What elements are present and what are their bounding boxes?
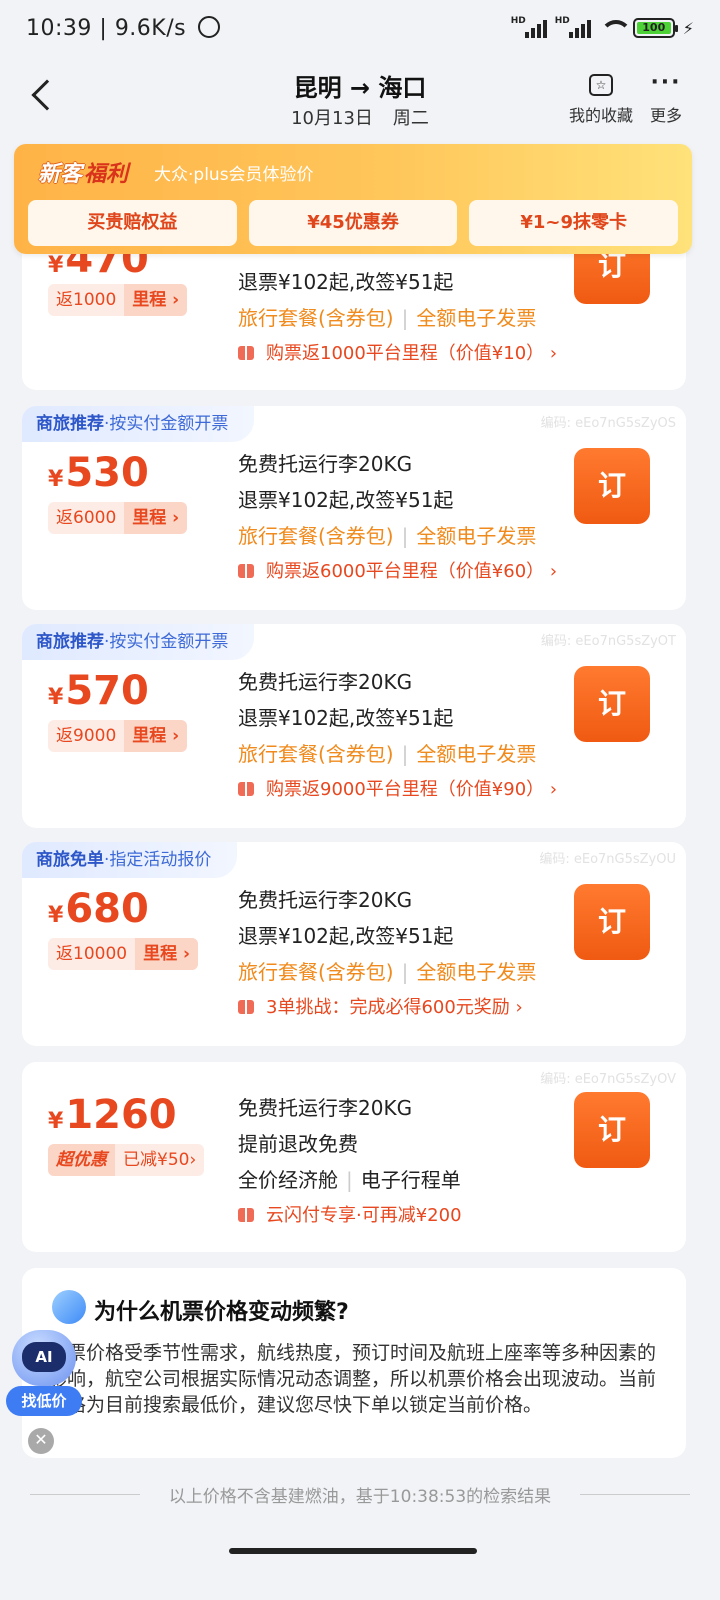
home-indicator[interactable] [229,1548,477,1554]
book-button[interactable]: 订 [574,666,650,742]
promo-line[interactable]: 云闪付专享·可再减¥200 [238,1198,462,1234]
fare-code: 编码: eEo7nG5sZyOU [539,852,676,867]
fare-price: ¥680 [48,886,149,932]
favorites-button[interactable]: ☆ 我的收藏 [566,70,636,126]
promo-line[interactable]: 购票返9000平台里程（价值¥90） › [238,772,557,808]
baggage-info: 免费托运行李20KG [238,888,413,912]
favorites-icon: ☆ [589,74,613,96]
fare-price: ¥530 [48,450,149,496]
more-button[interactable]: ··· 更多 [644,70,688,126]
cabin-info: 全价经济舱 | 电子行程单 [238,1168,461,1192]
promo-button-coupon[interactable]: ¥45优惠券 [248,200,458,246]
gift-icon [238,1000,254,1014]
gift-icon [238,346,254,360]
refund-rule: 提前退改免费 [238,1132,358,1156]
price-info-card: 为什么机票价格变动频繁? 机票价格受季节性需求，航线热度，预订时间及航班上座率等… [22,1268,686,1458]
gift-icon [238,564,254,578]
mileage-badge[interactable]: 返1000 里程 › [48,284,188,316]
fare-tag: 商旅推荐·按实付金额开票 [22,624,255,660]
more-icon: ··· [650,70,682,95]
book-button[interactable]: 订 [574,448,650,524]
footer-note: 以上价格不含基建燃油，基于10:38:53的检索结果 [30,1482,690,1507]
speaker-icon [52,1290,86,1324]
mileage-badge[interactable]: 返6000 里程 › [48,502,188,534]
promo-button-compensation[interactable]: 买贵赔权益 [28,200,237,246]
promo-title: 新客福利 [38,162,129,187]
fare-code: 编码: eEo7nG5sZyOS [540,416,676,431]
header: 昆明 → 海口 10月13日 周二 ☆ 我的收藏 ··· 更多 [0,62,720,138]
fare-tag: 商旅免单·指定活动报价 [22,842,238,878]
signal-icon: HD [555,16,591,38]
wifi-icon [599,18,632,38]
battery-icon: 100 [632,18,678,38]
book-button[interactable]: 订 [574,1092,650,1168]
promo-button-rounding-card[interactable]: ¥1~9抹零卡 [469,200,679,246]
close-icon[interactable]: ✕ [28,1428,54,1454]
book-button[interactable]: 订 [574,884,650,960]
charging-icon: ⚡ [682,18,694,38]
mileage-badge[interactable]: 返9000 里程 › [48,720,188,752]
promo-line[interactable]: 购票返1000平台里程（价值¥10） › [238,336,557,372]
promo-banner[interactable]: 新客福利 大众·plus会员体验价 买贵赔权益 ¥45优惠券 ¥1~9抹零卡 [14,144,692,254]
discount-badge[interactable]: 超优惠 已减¥50› [48,1144,205,1176]
promo-line[interactable]: 购票返6000平台里程（价值¥60） › [238,554,557,590]
gift-icon [238,782,254,796]
package-info: 旅行套餐(含券包) | 全额电子发票 [238,306,537,330]
status-time: 10:39 | 9.6K/s [26,16,220,41]
package-info: 旅行套餐(含券包) | 全额电子发票 [238,524,537,548]
baggage-info: 免费托运行李20KG [238,452,413,476]
signal-icon: HD [511,16,547,38]
package-info: 旅行套餐(含券包) | 全额电子发票 [238,742,537,766]
fare-code: 编码: eEo7nG5sZyOT [540,634,676,649]
status-bar: 10:39 | 9.6K/s HD HD 100 ⚡ [0,0,720,62]
package-info: 旅行套餐(含券包) | 全额电子发票 [238,960,537,984]
ai-label: 找低价 [6,1386,82,1416]
alarm-icon [197,16,220,38]
refund-rule: 退票¥102起,改签¥51起 [238,270,454,294]
baggage-info: 免费托运行李20KG [238,670,413,694]
refund-rule: 退票¥102起,改签¥51起 [238,706,454,730]
refund-rule: 退票¥102起,改签¥51起 [238,924,454,948]
fare-code: 编码: eEo7nG5sZyOV [540,1072,676,1087]
fare-card[interactable]: 编码: eEo7nG5sZyOV ¥1260 超优惠 已减¥50› 免费托运行李2… [22,1062,686,1252]
fare-card[interactable]: 商旅推荐·按实付金额开票 编码: eEo7nG5sZyOS ¥530 返6000… [22,406,686,610]
baggage-info: 免费托运行李20KG [238,1096,413,1120]
fare-card[interactable]: 商旅推荐·按实付金额开票 编码: eEo7nG5sZyOT ¥570 返9000… [22,624,686,828]
promo-line[interactable]: 3单挑战：完成必得600元奖励 › [238,990,536,1026]
promo-subtitle: 大众·plus会员体验价 [154,165,314,185]
ai-face: AI [22,1342,66,1372]
mileage-badge[interactable]: 返10000 里程 › [48,938,199,970]
fare-price: ¥570 [48,668,149,714]
info-body: 机票价格受季节性需求，航线热度，预订时间及航班上座率等多种因素的影响，航空公司根… [48,1342,657,1416]
fare-card[interactable]: 商旅免单·指定活动报价 编码: eEo7nG5sZyOU ¥680 返10000… [22,842,686,1046]
refund-rule: 退票¥102起,改签¥51起 [238,488,454,512]
fare-tag: 商旅推荐·按实付金额开票 [22,406,255,442]
gift-icon [238,1208,254,1222]
ai-assistant-button[interactable]: AI 找低价 [4,1330,84,1426]
info-heading: 为什么机票价格变动频繁? [94,1300,349,1325]
fare-price: ¥1260 [48,1092,177,1138]
